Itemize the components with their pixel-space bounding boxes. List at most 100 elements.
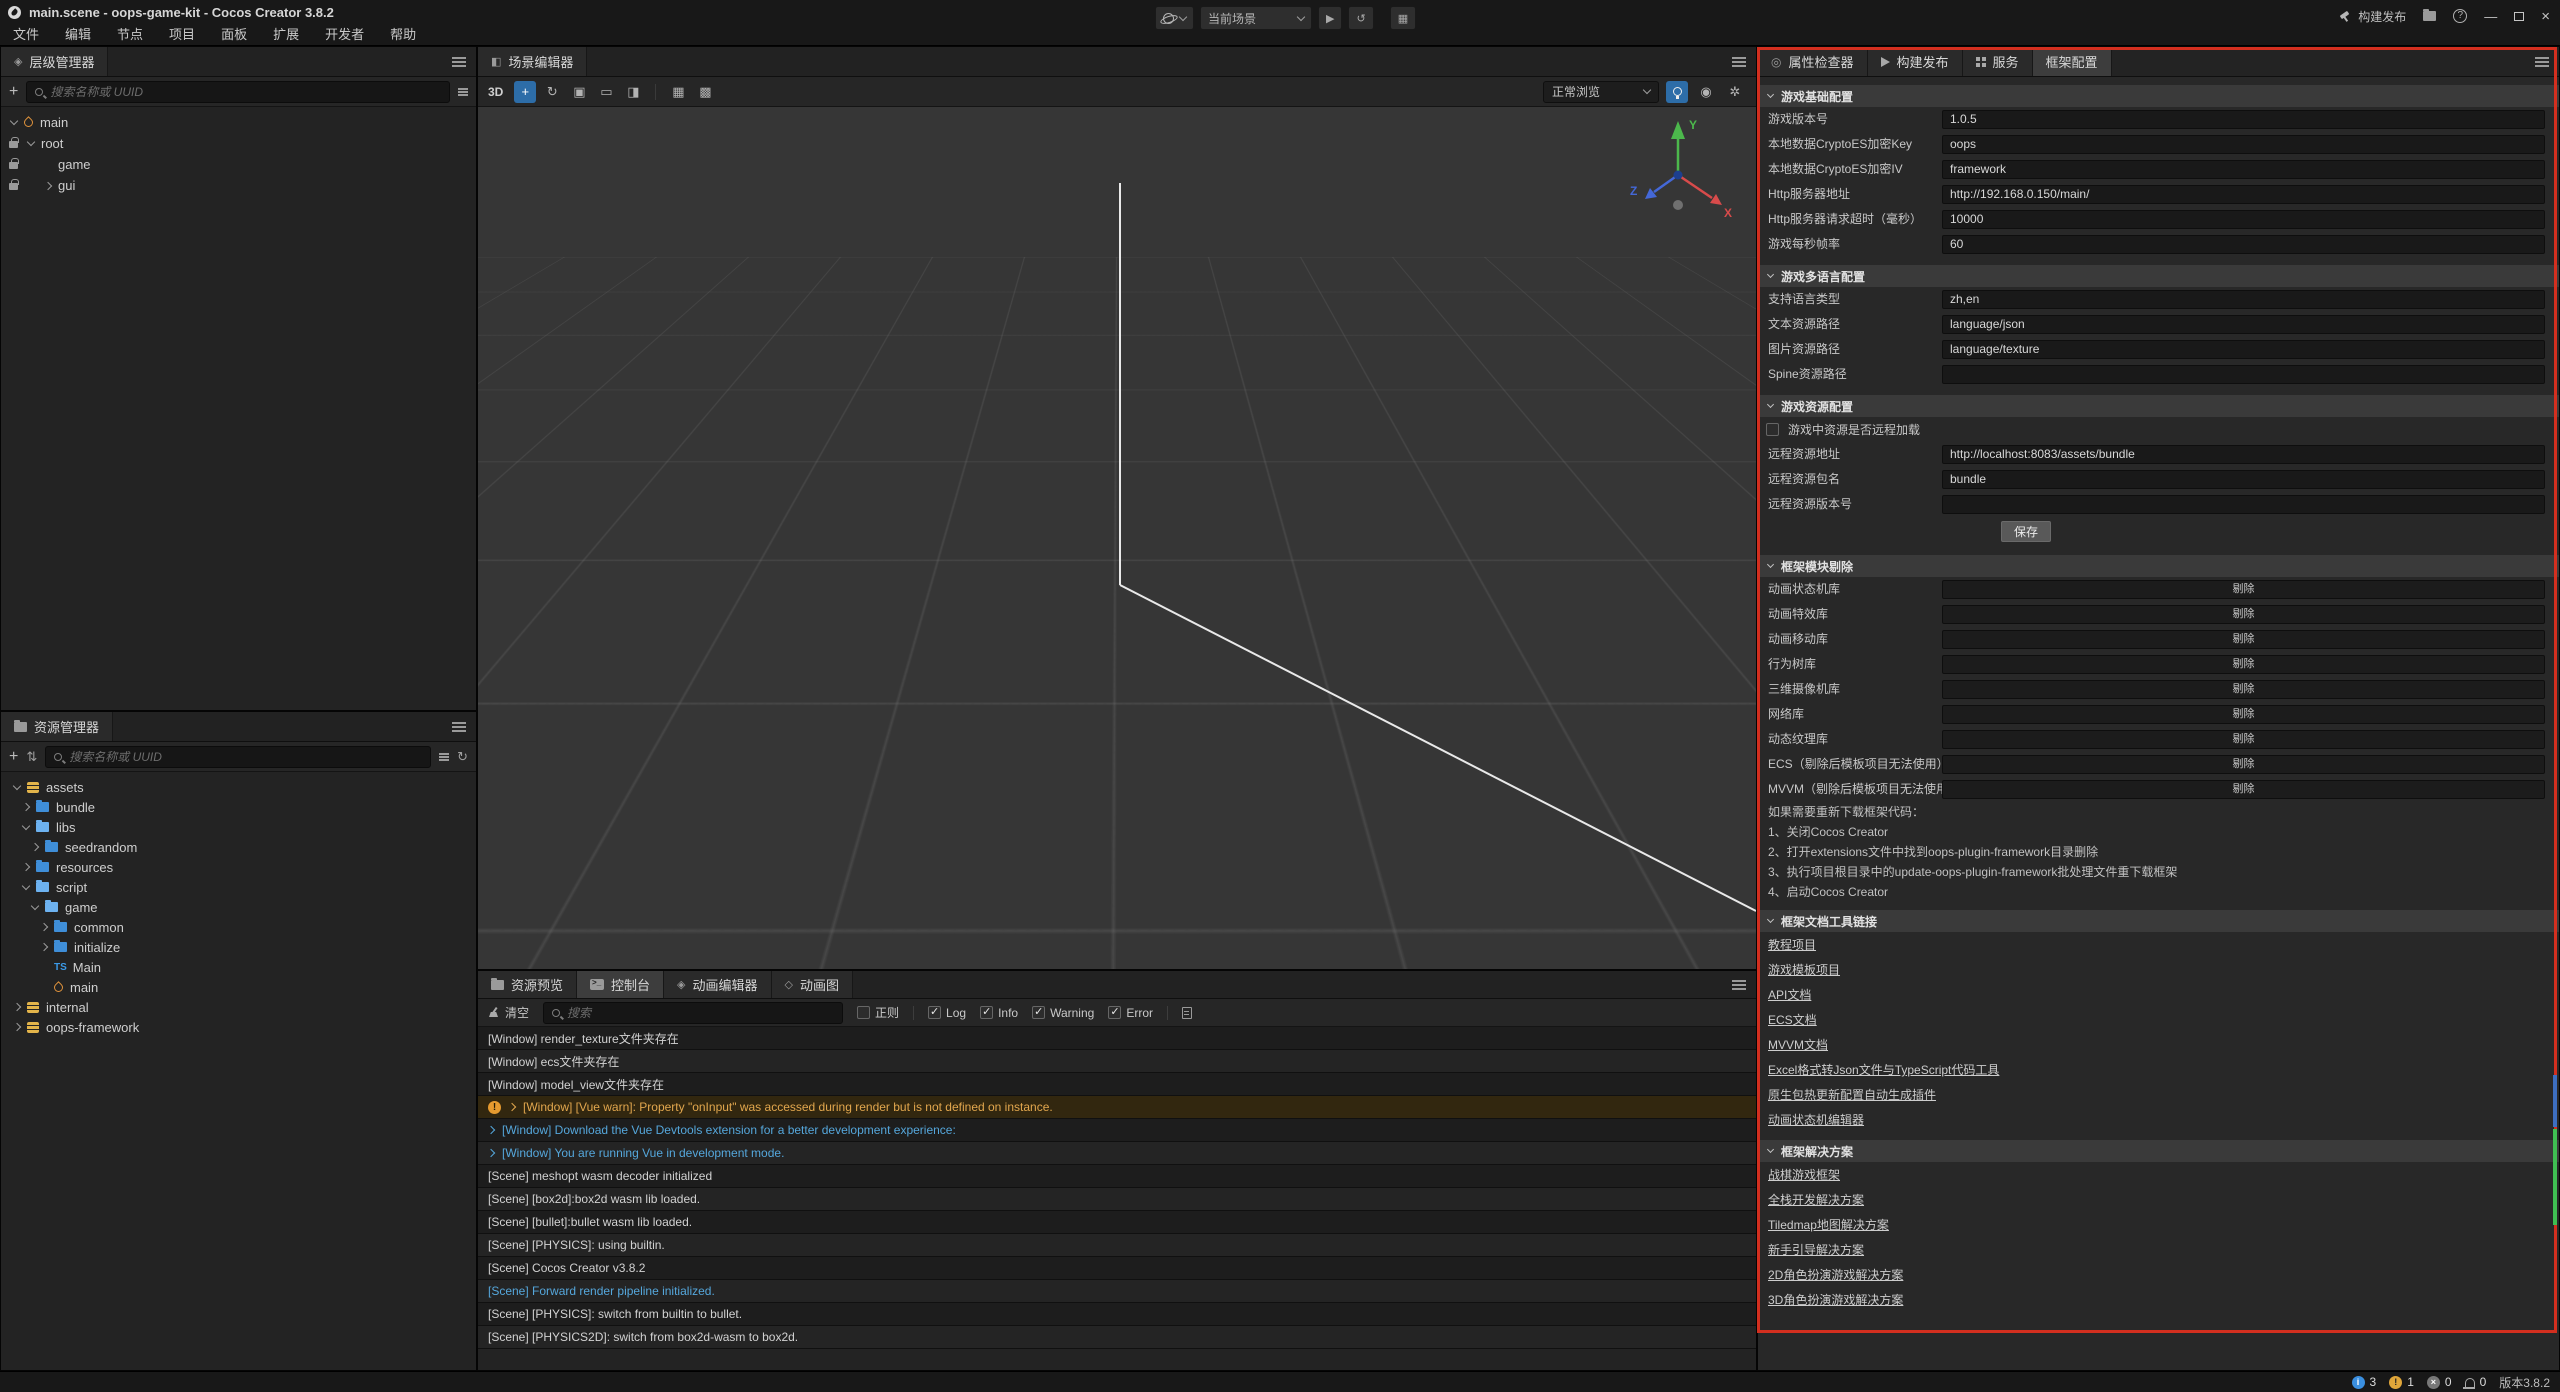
doc-link[interactable]: Tiledmap地图解决方案 — [1768, 1216, 1889, 1233]
section-header[interactable]: 框架解决方案 — [1758, 1140, 2559, 1162]
field-input[interactable]: framework — [1942, 160, 2545, 179]
filter-Info[interactable]: Info — [980, 1006, 1018, 1020]
expand-toggle-icon[interactable] — [13, 1003, 21, 1011]
asset-node[interactable]: seedrandom — [1, 837, 476, 857]
expand-toggle-icon[interactable] — [10, 117, 18, 125]
console-log-row[interactable]: [Scene] [PHYSICS]: switch from builtin t… — [478, 1303, 1756, 1326]
section-header[interactable]: 游戏多语言配置 — [1758, 265, 2559, 287]
section-header[interactable]: 框架文档工具链接 — [1758, 910, 2559, 932]
axis-gizmo[interactable]: Y X Z — [1618, 113, 1738, 233]
filter-Log[interactable]: Log — [928, 1006, 966, 1020]
remove-module-button[interactable]: 剔除 — [1942, 580, 2545, 599]
hierarchy-menu-icon[interactable] — [452, 61, 466, 63]
field-input[interactable]: language/json — [1942, 315, 2545, 334]
platform-select[interactable] — [1155, 6, 1194, 30]
lock-icon[interactable] — [9, 162, 18, 169]
section-collapse-icon[interactable] — [1767, 1146, 1774, 1153]
rotate-snap-tool[interactable]: ▩ — [694, 81, 716, 103]
scrollbar-thumb-green[interactable] — [2553, 1129, 2557, 1225]
refresh-assets-icon[interactable]: ↻ — [457, 749, 468, 765]
maximize-button[interactable] — [2514, 12, 2524, 21]
field-input[interactable]: http://192.168.0.150/main/ — [1942, 185, 2545, 204]
expand-toggle-icon[interactable] — [22, 803, 30, 811]
asset-node[interactable]: script — [1, 877, 476, 897]
doc-link[interactable]: ECS文档 — [1768, 1011, 1817, 1028]
remove-module-button[interactable]: 剔除 — [1942, 605, 2545, 624]
console-log-row[interactable]: ![Window] [Vue warn]: Property "onInput"… — [478, 1096, 1756, 1119]
minimize-button[interactable]: — — [2484, 9, 2497, 24]
expand-log-icon[interactable] — [487, 1149, 495, 1157]
section-collapse-icon[interactable] — [1767, 401, 1774, 408]
tab-服务[interactable]: 服务 — [1963, 47, 2033, 76]
add-asset-button[interactable]: + — [9, 749, 18, 765]
save-button[interactable]: 保存 — [2001, 521, 2051, 542]
field-input[interactable]: http://localhost:8083/assets/bundle — [1942, 445, 2545, 464]
doc-link[interactable]: Excel格式转Json文件与TypeScript代码工具 — [1768, 1061, 1999, 1078]
assets-search[interactable] — [45, 746, 431, 768]
filter-Error[interactable]: Error — [1108, 1006, 1153, 1020]
scene-menu-icon[interactable] — [1732, 61, 1746, 63]
info-count[interactable]: i 3 — [2352, 1375, 2377, 1389]
menu-item[interactable]: 面板 — [208, 24, 260, 46]
hierarchy-search-input[interactable] — [50, 85, 441, 99]
doc-link[interactable]: 战棋游戏框架 — [1768, 1166, 1840, 1183]
menu-item[interactable]: 文件 — [0, 24, 52, 46]
scene-viewport[interactable]: Y X Z — [478, 107, 1756, 969]
tab-属性检查器[interactable]: ◎属性检查器 — [1758, 47, 1868, 76]
doc-link[interactable]: MVVM文档 — [1768, 1036, 1828, 1053]
doc-link[interactable]: 游戏模板项目 — [1768, 961, 1840, 978]
doc-link[interactable]: 教程项目 — [1768, 936, 1816, 953]
hierarchy-filter-icon[interactable] — [458, 91, 468, 93]
doc-link[interactable]: 原生包热更新配置自动生成插件 — [1768, 1086, 1936, 1103]
tab-控制台[interactable]: 控制台 — [577, 971, 664, 998]
lighting-toggle-button[interactable] — [1666, 81, 1688, 103]
section-collapse-icon[interactable] — [1767, 271, 1774, 278]
asset-node[interactable]: game — [1, 897, 476, 917]
checkbox[interactable] — [980, 1006, 993, 1019]
remove-module-button[interactable]: 剔除 — [1942, 705, 2545, 724]
console-search[interactable] — [543, 1002, 843, 1024]
menu-item[interactable]: 开发者 — [312, 24, 377, 46]
console-log-row[interactable]: [Window] Download the Vue Devtools exten… — [478, 1119, 1756, 1142]
field-input[interactable]: 10000 — [1942, 210, 2545, 229]
open-log-file-icon[interactable] — [1182, 1007, 1192, 1019]
asset-node[interactable]: libs — [1, 817, 476, 837]
tab-assets[interactable]: 资源管理器 — [1, 712, 113, 741]
remote-load-checkbox[interactable] — [1766, 423, 1779, 436]
console-log-row[interactable]: [Scene] [PHYSICS]: using builtin. — [478, 1234, 1756, 1257]
restart-button[interactable]: ↺ — [1348, 6, 1373, 30]
console-log-row[interactable]: [Window] You are running Vue in developm… — [478, 1142, 1756, 1165]
section-header[interactable]: 游戏资源配置 — [1758, 395, 2559, 417]
expand-toggle-icon[interactable] — [22, 863, 30, 871]
checkbox[interactable] — [1032, 1006, 1045, 1019]
device-preview-button[interactable]: ▦ — [1390, 6, 1416, 30]
mode-3d-toggle[interactable]: 3D — [488, 85, 503, 99]
tab-动画编辑器[interactable]: ◈动画编辑器 — [664, 971, 771, 998]
tab-框架配置[interactable]: 框架配置 — [2033, 47, 2112, 76]
clear-console-button[interactable]: 清空 — [488, 1004, 529, 1021]
console-log-row[interactable]: [Window] ecs文件夹存在 — [478, 1050, 1756, 1073]
section-header[interactable]: 游戏基础配置 — [1758, 85, 2559, 107]
remove-module-button[interactable]: 剔除 — [1942, 755, 2545, 774]
expand-log-icon[interactable] — [508, 1103, 516, 1111]
section-collapse-icon[interactable] — [1767, 91, 1774, 98]
hierarchy-node[interactable]: main — [1, 112, 476, 133]
console-log-row[interactable]: [Scene] meshopt wasm decoder initialized — [478, 1165, 1756, 1188]
lock-icon[interactable] — [9, 141, 18, 148]
field-input[interactable] — [1942, 495, 2545, 514]
scale-tool[interactable]: ▣ — [568, 81, 590, 103]
expand-toggle-icon[interactable] — [13, 781, 21, 789]
remove-module-button[interactable]: 剔除 — [1942, 680, 2545, 699]
rect-tool[interactable]: ▭ — [595, 81, 617, 103]
checkbox[interactable] — [1108, 1006, 1121, 1019]
lock-icon[interactable] — [9, 183, 18, 190]
scene-view-config-button[interactable]: ◉ — [1695, 81, 1717, 103]
asset-node[interactable]: TSMain — [1, 957, 476, 977]
doc-link[interactable]: API文档 — [1768, 986, 1811, 1003]
section-header[interactable]: 框架模块剔除 — [1758, 555, 2559, 577]
console-log-row[interactable]: [Scene] [bullet]:bullet wasm lib loaded. — [478, 1211, 1756, 1234]
tab-动画图[interactable]: ◇动画图 — [772, 971, 853, 998]
menu-item[interactable]: 项目 — [156, 24, 208, 46]
console-log-row[interactable]: [Window] render_texture文件夹存在 — [478, 1027, 1756, 1050]
expand-toggle-icon[interactable] — [13, 1023, 21, 1031]
